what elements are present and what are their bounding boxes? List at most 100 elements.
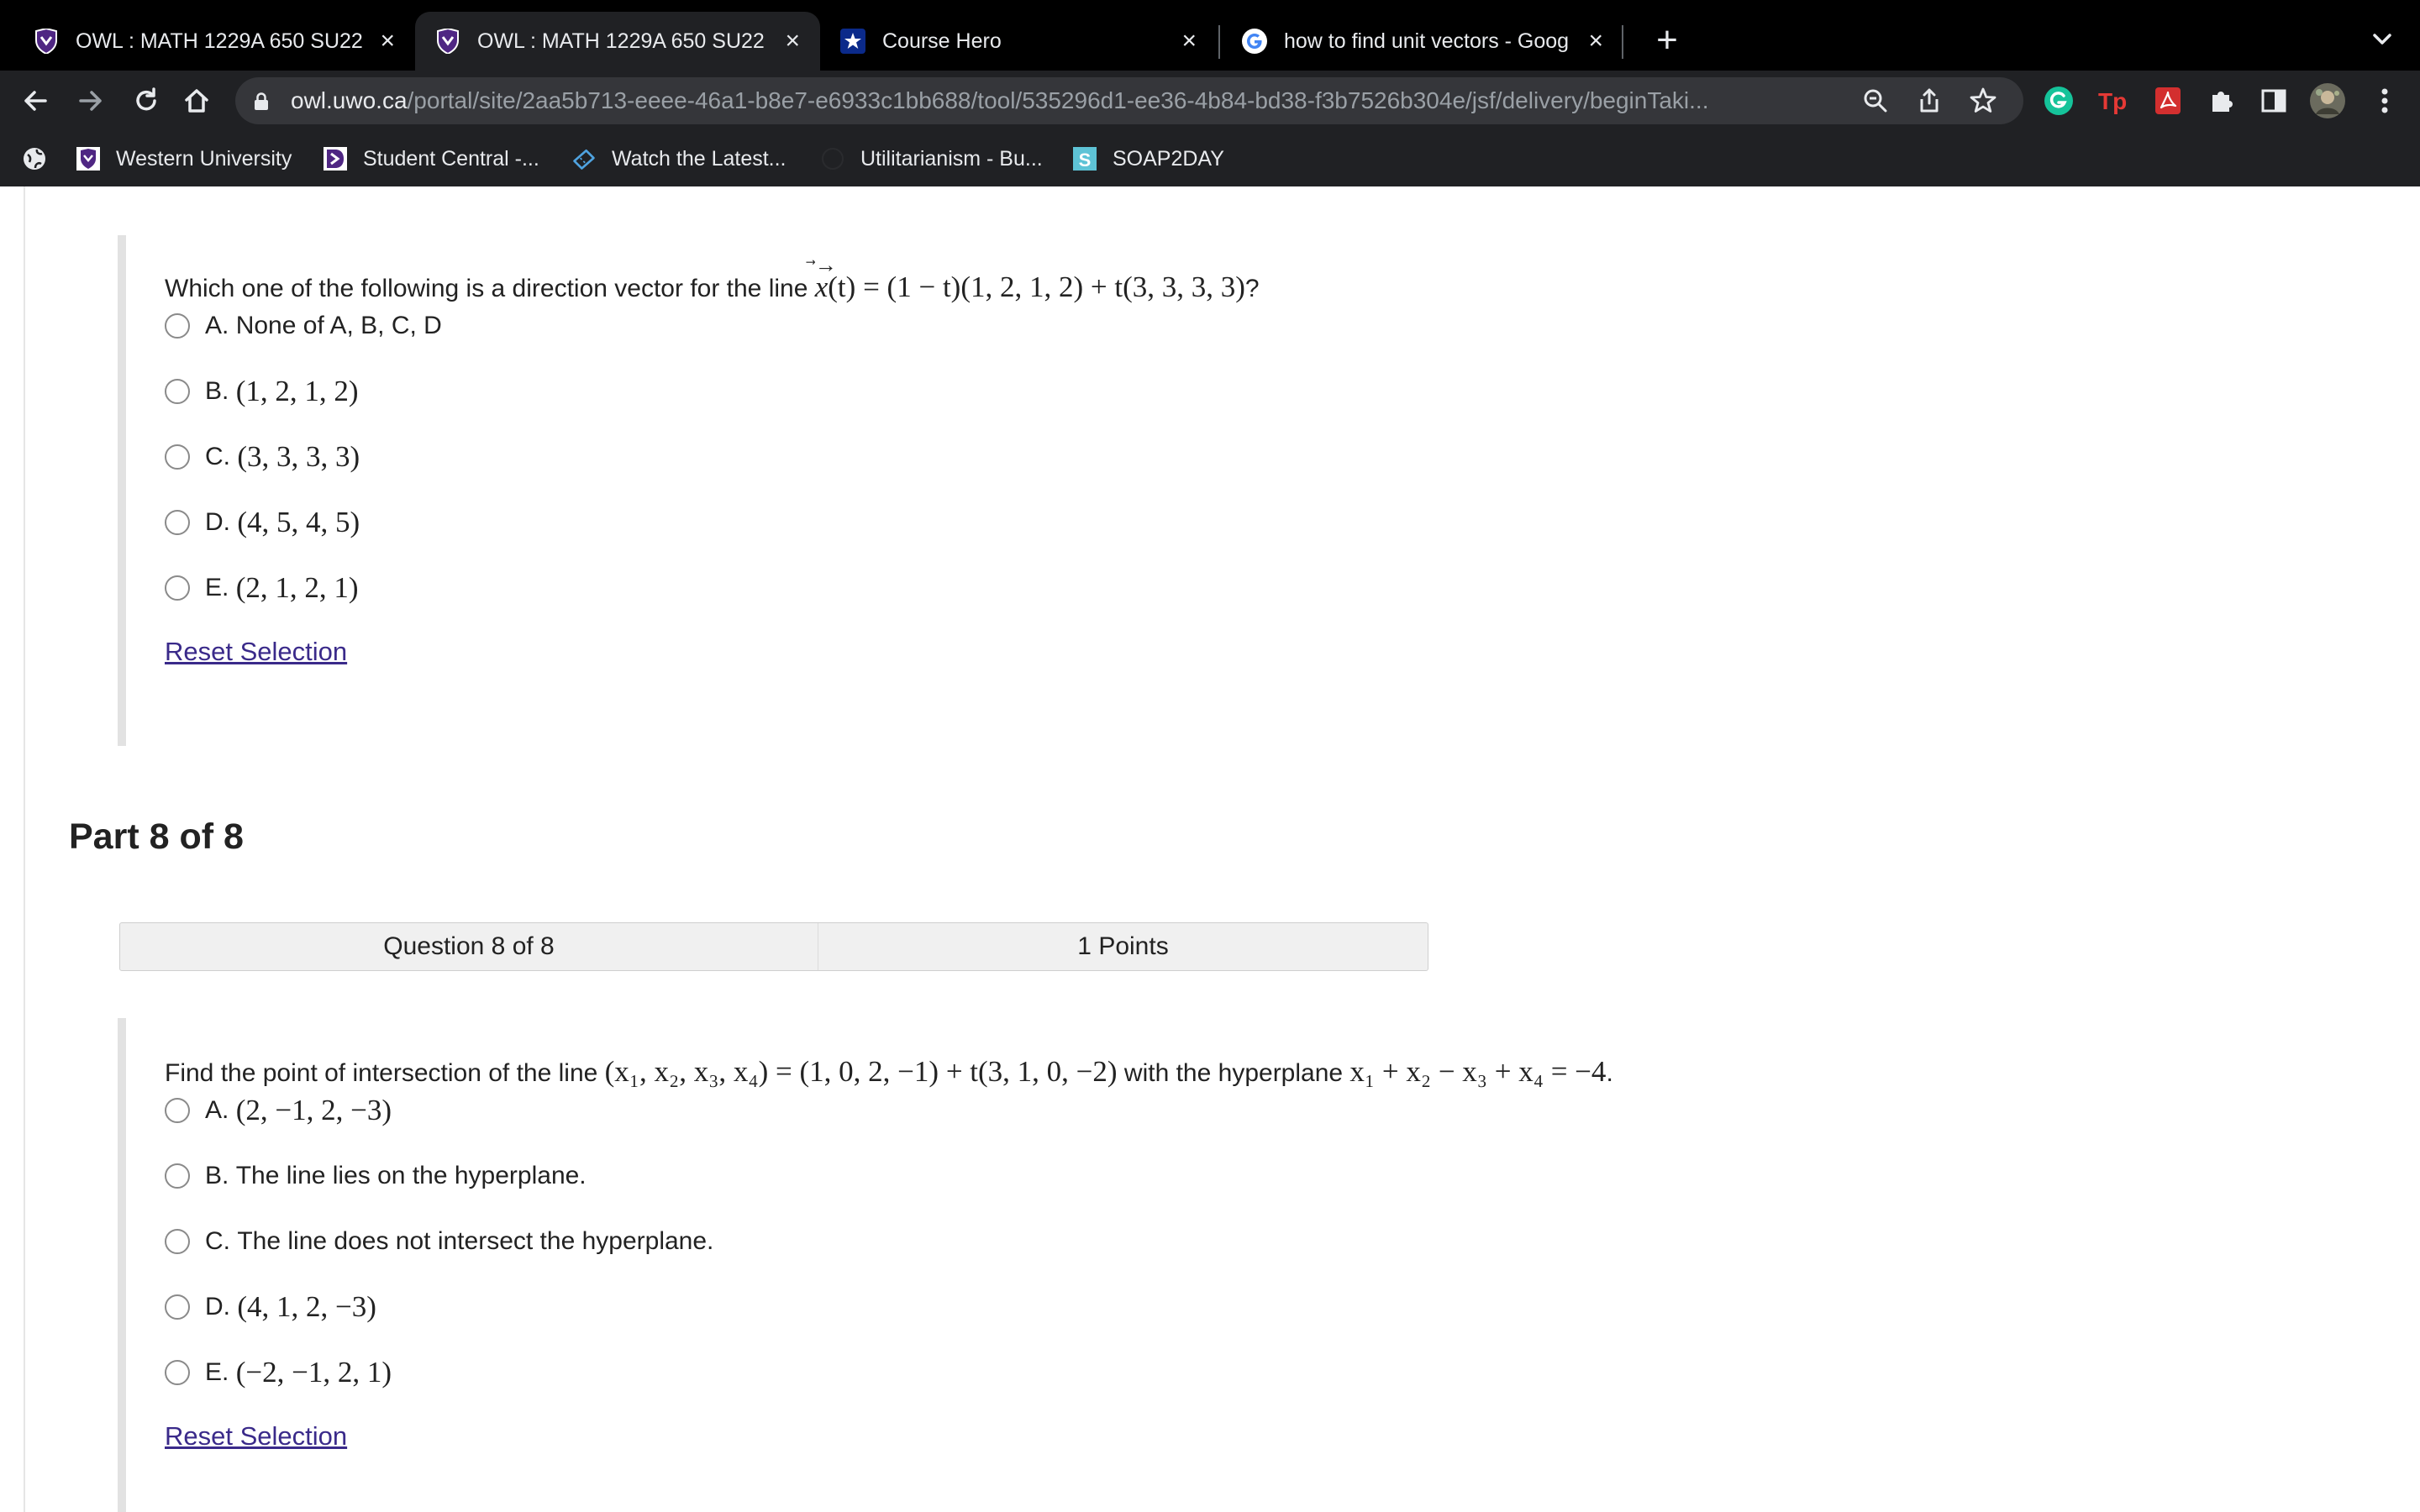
reset-selection-link[interactable]: Reset Selection — [165, 1421, 347, 1452]
tab-owl-2[interactable]: OWL : MATH 1229A 650 SU22 × — [415, 12, 820, 71]
tab-search-chevron-down-icon[interactable] — [2361, 18, 2403, 60]
q8-option-b[interactable]: B. The line lies on the hyperplane. — [165, 1159, 587, 1193]
bookmark-label: Utilitarianism - Bu... — [860, 146, 1043, 171]
close-icon[interactable]: × — [1181, 29, 1197, 54]
question-8-left-border — [118, 1018, 126, 1512]
reset-selection-link[interactable]: Reset Selection — [165, 637, 347, 667]
bookmark-label: Western University — [116, 146, 292, 171]
option-text: (−2, −1, 2, 1) — [235, 1356, 392, 1389]
q7-option-d[interactable]: D. (4, 5, 4, 5) — [165, 506, 360, 539]
grammarly-icon[interactable] — [2040, 82, 2077, 119]
q8-option-a[interactable]: A. (2, −1, 2, −3) — [165, 1094, 392, 1127]
part-title: Part 8 of 8 — [69, 816, 244, 857]
left-rail-divider — [24, 186, 25, 1512]
points-label: 1 Points — [1077, 932, 1169, 960]
radio-button[interactable] — [165, 313, 190, 339]
bookmark-utilitarianism[interactable]: Utilitarianism - Bu... — [820, 141, 1043, 176]
tab-google-search[interactable]: how to find unit vectors - Goog × — [1222, 12, 1623, 71]
side-panel-icon[interactable] — [2255, 82, 2292, 119]
owl-shield-icon — [34, 29, 59, 54]
radio-button[interactable] — [165, 444, 190, 470]
tab-strip: OWL : MATH 1229A 650 SU22 × OWL : MATH 1… — [0, 0, 2420, 71]
question-8-prompt: Find the point of intersection of the li… — [165, 1055, 1613, 1088]
option-letter: D. — [205, 1293, 230, 1320]
home-icon[interactable] — [175, 79, 218, 123]
option-text: The line lies on the hyperplane. — [235, 1162, 587, 1189]
share-icon[interactable] — [1912, 84, 1946, 118]
option-text: (2, 1, 2, 1) — [235, 571, 359, 604]
option-text: (1, 2, 1, 2) — [235, 375, 359, 407]
forward-arrow-icon[interactable] — [69, 79, 113, 123]
option-letter: A. — [205, 312, 229, 339]
close-icon[interactable]: × — [1588, 29, 1603, 54]
svg-text:S: S — [1079, 150, 1092, 171]
tab-owl-1[interactable]: OWL : MATH 1229A 650 SU22 × — [13, 12, 415, 71]
toolbar: owl.uwo.ca/portal/site/2aa5b713-eeee-46a… — [0, 71, 2420, 131]
ticket-icon — [571, 146, 597, 171]
tp-extension-icon[interactable]: Tp — [2094, 82, 2131, 119]
option-letter: E. — [205, 1358, 229, 1386]
bookmarks-bar: Western University Student Central -... … — [0, 131, 2420, 187]
bookmark-western-university[interactable]: Western University — [76, 141, 292, 176]
close-icon[interactable]: × — [785, 29, 800, 54]
zoom-icon[interactable] — [1859, 84, 1892, 118]
tab-course-hero[interactable]: Course Hero × — [820, 12, 1217, 71]
option-text: (4, 5, 4, 5) — [237, 506, 360, 538]
tab-title: OWL : MATH 1229A 650 SU22 — [76, 29, 363, 53]
bookmark-label: SOAP2DAY — [1113, 146, 1224, 171]
q7-option-c[interactable]: C. (3, 3, 3, 3) — [165, 440, 360, 474]
menu-kebab-icon[interactable] — [2366, 82, 2403, 119]
profile-avatar[interactable] — [2309, 82, 2346, 119]
adobe-acrobat-icon[interactable] — [2149, 82, 2186, 119]
bookmark-star-icon[interactable] — [1966, 84, 2000, 118]
radio-button[interactable] — [165, 379, 190, 404]
url-host: owl.uwo.ca — [291, 87, 408, 113]
q7-option-e[interactable]: E. (2, 1, 2, 1) — [165, 571, 359, 605]
generic-page-icon — [820, 146, 845, 171]
radio-button[interactable] — [165, 1360, 190, 1385]
url-path: /portal/site/2aa5b713-eeee-46a1-b8e7-e69… — [407, 87, 1709, 113]
owl-shield-icon — [435, 29, 460, 54]
q8-option-d[interactable]: D. (4, 1, 2, −3) — [165, 1290, 376, 1324]
option-letter: A. — [205, 1096, 229, 1124]
q7-option-b[interactable]: B. (1, 2, 1, 2) — [165, 375, 359, 408]
reload-icon[interactable] — [124, 79, 168, 123]
radio-button[interactable] — [165, 1098, 190, 1123]
bookmark-watch-latest[interactable]: Watch the Latest... — [571, 141, 786, 176]
option-letter: C. — [205, 1227, 230, 1255]
option-text: None of A, B, C, D — [235, 312, 442, 339]
tab-title: Course Hero — [882, 29, 1002, 53]
lock-icon[interactable] — [254, 92, 269, 115]
bookmark-soap2day[interactable]: S SOAP2DAY — [1072, 141, 1224, 176]
radio-button[interactable] — [165, 1163, 190, 1189]
line-equation: ⃗→x(t) = (1 − t)(1, 2, 1, 2) + t(3, 3, 3… — [814, 253, 1245, 303]
apps-globe-icon[interactable] — [22, 141, 47, 176]
option-letter: B. — [205, 377, 229, 405]
back-arrow-icon[interactable] — [13, 79, 57, 123]
option-letter: C. — [205, 443, 230, 470]
url-text[interactable]: owl.uwo.ca/portal/site/2aa5b713-eeee-46a… — [291, 77, 1708, 124]
question-7-prompt: Which one of the following is a directio… — [165, 253, 1260, 303]
tab-separator — [1218, 25, 1220, 59]
svg-text:Tp: Tp — [2098, 88, 2127, 114]
q7-option-a[interactable]: A. None of A, B, C, D — [165, 309, 442, 343]
extensions-puzzle-icon[interactable] — [2203, 82, 2240, 119]
option-text: (3, 3, 3, 3) — [237, 440, 360, 473]
radio-button[interactable] — [165, 575, 190, 601]
tab-title: how to find unit vectors - Goog — [1284, 29, 1570, 53]
address-bar[interactable]: owl.uwo.ca/portal/site/2aa5b713-eeee-46a… — [235, 77, 2023, 124]
new-tab-button[interactable]: + — [1644, 17, 1691, 64]
radio-button[interactable] — [165, 1294, 190, 1320]
bookmark-student-central[interactable]: Student Central -... — [323, 141, 539, 176]
bookmark-label: Student Central -... — [363, 146, 539, 171]
radio-button[interactable] — [165, 510, 190, 535]
bookmark-label: Watch the Latest... — [612, 146, 786, 171]
question-header-bar: Question 8 of 8 1 Points — [119, 922, 1428, 971]
q8-option-e[interactable]: E. (−2, −1, 2, 1) — [165, 1356, 392, 1389]
option-letter: B. — [205, 1162, 229, 1189]
q8-option-c[interactable]: C. The line does not intersect the hyper… — [165, 1225, 713, 1258]
close-icon[interactable]: × — [380, 29, 395, 54]
question-number-label: Question 8 of 8 — [383, 932, 555, 960]
quiz-page: Which one of the following is a directio… — [0, 186, 2420, 1512]
radio-button[interactable] — [165, 1229, 190, 1254]
